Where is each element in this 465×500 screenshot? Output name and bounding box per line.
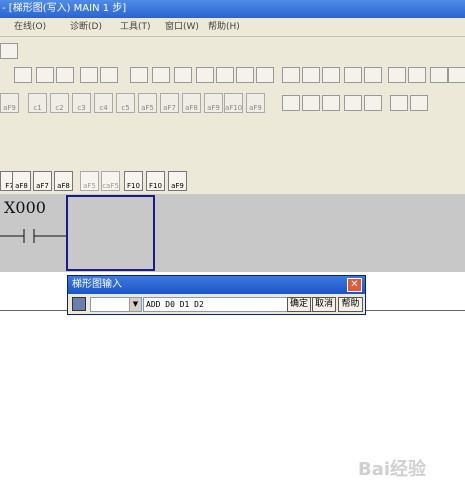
watermark: Bai经验 xyxy=(358,459,427,480)
fkey-button[interactable]: c4 xyxy=(94,93,113,113)
contact-label: X000 xyxy=(4,198,46,217)
fkey-button[interactable]: aF9 xyxy=(0,93,19,113)
fkey-button[interactable]: aF5 xyxy=(138,93,157,113)
tool-icon[interactable] xyxy=(0,43,18,59)
tool-icon[interactable] xyxy=(282,95,300,111)
tool-icon[interactable] xyxy=(390,95,408,111)
fkey-button[interactable]: c3 xyxy=(72,93,91,113)
close-icon[interactable]: ✕ xyxy=(347,278,362,292)
tool-icon[interactable] xyxy=(344,95,362,111)
instruction-type-dropdown[interactable]: ▼ xyxy=(90,297,142,312)
fkey-button[interactable]: aF7 xyxy=(33,171,52,191)
fkey-button[interactable]: c5 xyxy=(116,93,135,113)
menu-item-online[interactable]: 在线(O) xyxy=(14,18,46,36)
ladder-cursor[interactable] xyxy=(66,195,155,271)
tool-icon[interactable] xyxy=(152,67,170,83)
contact-symbol xyxy=(0,229,67,243)
fkey-button[interactable]: aF8 xyxy=(12,171,31,191)
fkey-button[interactable]: c1 xyxy=(28,93,47,113)
tool-icon[interactable] xyxy=(388,67,406,83)
tool-icon[interactable] xyxy=(100,67,118,83)
tool-icon[interactable] xyxy=(36,67,54,83)
fkey-button[interactable]: aF9 xyxy=(168,171,187,191)
tool-icon[interactable] xyxy=(14,67,32,83)
fkey-button[interactable]: caF5 xyxy=(101,171,120,191)
menu-item-help[interactable]: 帮助(H) xyxy=(208,18,240,36)
fkey-button[interactable]: aF10 xyxy=(224,93,243,113)
window-title-bar: - [梯形图(写入) MAIN 1 步] xyxy=(0,0,465,18)
fkey-button[interactable]: aF8 xyxy=(54,171,73,191)
fkey-button[interactable]: aF9 xyxy=(246,93,265,113)
tool-icon[interactable] xyxy=(344,67,362,83)
toolbar-area: aF9 c1 c2 c3 c4 c5 aF5 aF7 aF8 aF9 aF10 … xyxy=(0,37,465,194)
tool-icon[interactable] xyxy=(322,95,340,111)
fkey-button[interactable]: aF9 xyxy=(204,93,223,113)
tool-icon[interactable] xyxy=(410,95,428,111)
dialog-title: 梯形图输入 xyxy=(72,279,122,290)
instruction-icon xyxy=(72,297,86,311)
tool-icon[interactable] xyxy=(56,67,74,83)
tool-icon[interactable] xyxy=(196,67,214,83)
tool-icon[interactable] xyxy=(80,67,98,83)
tool-icon[interactable] xyxy=(174,67,192,83)
chevron-down-icon[interactable]: ▼ xyxy=(129,298,141,311)
tool-icon[interactable] xyxy=(364,67,382,83)
fkey-button[interactable]: aF7 xyxy=(160,93,179,113)
menu-item-diagnose[interactable]: 诊断(D) xyxy=(70,18,102,36)
tool-icon[interactable] xyxy=(322,67,340,83)
tool-icon[interactable] xyxy=(364,95,382,111)
tool-icon[interactable] xyxy=(216,67,234,83)
tool-icon[interactable] xyxy=(430,67,448,83)
fkey-button[interactable]: F10 xyxy=(124,171,143,191)
window-title: - [梯形图(写入) MAIN 1 步] xyxy=(2,3,127,14)
cancel-button[interactable]: 取消 xyxy=(312,297,336,312)
fkey-button[interactable]: F10 xyxy=(146,171,165,191)
tool-icon[interactable] xyxy=(302,95,320,111)
tool-icon[interactable] xyxy=(302,67,320,83)
menu-bar: 在线(O) 诊断(D) 工具(T) 窗口(W) 帮助(H) xyxy=(0,18,465,37)
fkey-button[interactable]: aF5 xyxy=(80,171,99,191)
ladder-input-dialog: 梯形图输入 ✕ ▼ ADD D0 D1 D2 确定 取消 帮助 xyxy=(67,275,366,315)
menu-item-tools[interactable]: 工具(T) xyxy=(120,18,151,36)
dialog-title-bar: 梯形图输入 xyxy=(68,276,365,294)
help-button[interactable]: 帮助 xyxy=(338,297,363,312)
tool-icon[interactable] xyxy=(408,67,426,83)
tool-icon[interactable] xyxy=(236,67,254,83)
tool-icon[interactable] xyxy=(448,67,465,83)
fkey-button[interactable]: c2 xyxy=(50,93,69,113)
tool-icon[interactable] xyxy=(282,67,300,83)
menu-item-window[interactable]: 窗口(W) xyxy=(165,18,199,36)
tool-icon[interactable] xyxy=(130,67,148,83)
ok-button[interactable]: 确定 xyxy=(287,297,311,312)
tool-icon[interactable] xyxy=(256,67,274,83)
fkey-button[interactable]: aF8 xyxy=(182,93,201,113)
